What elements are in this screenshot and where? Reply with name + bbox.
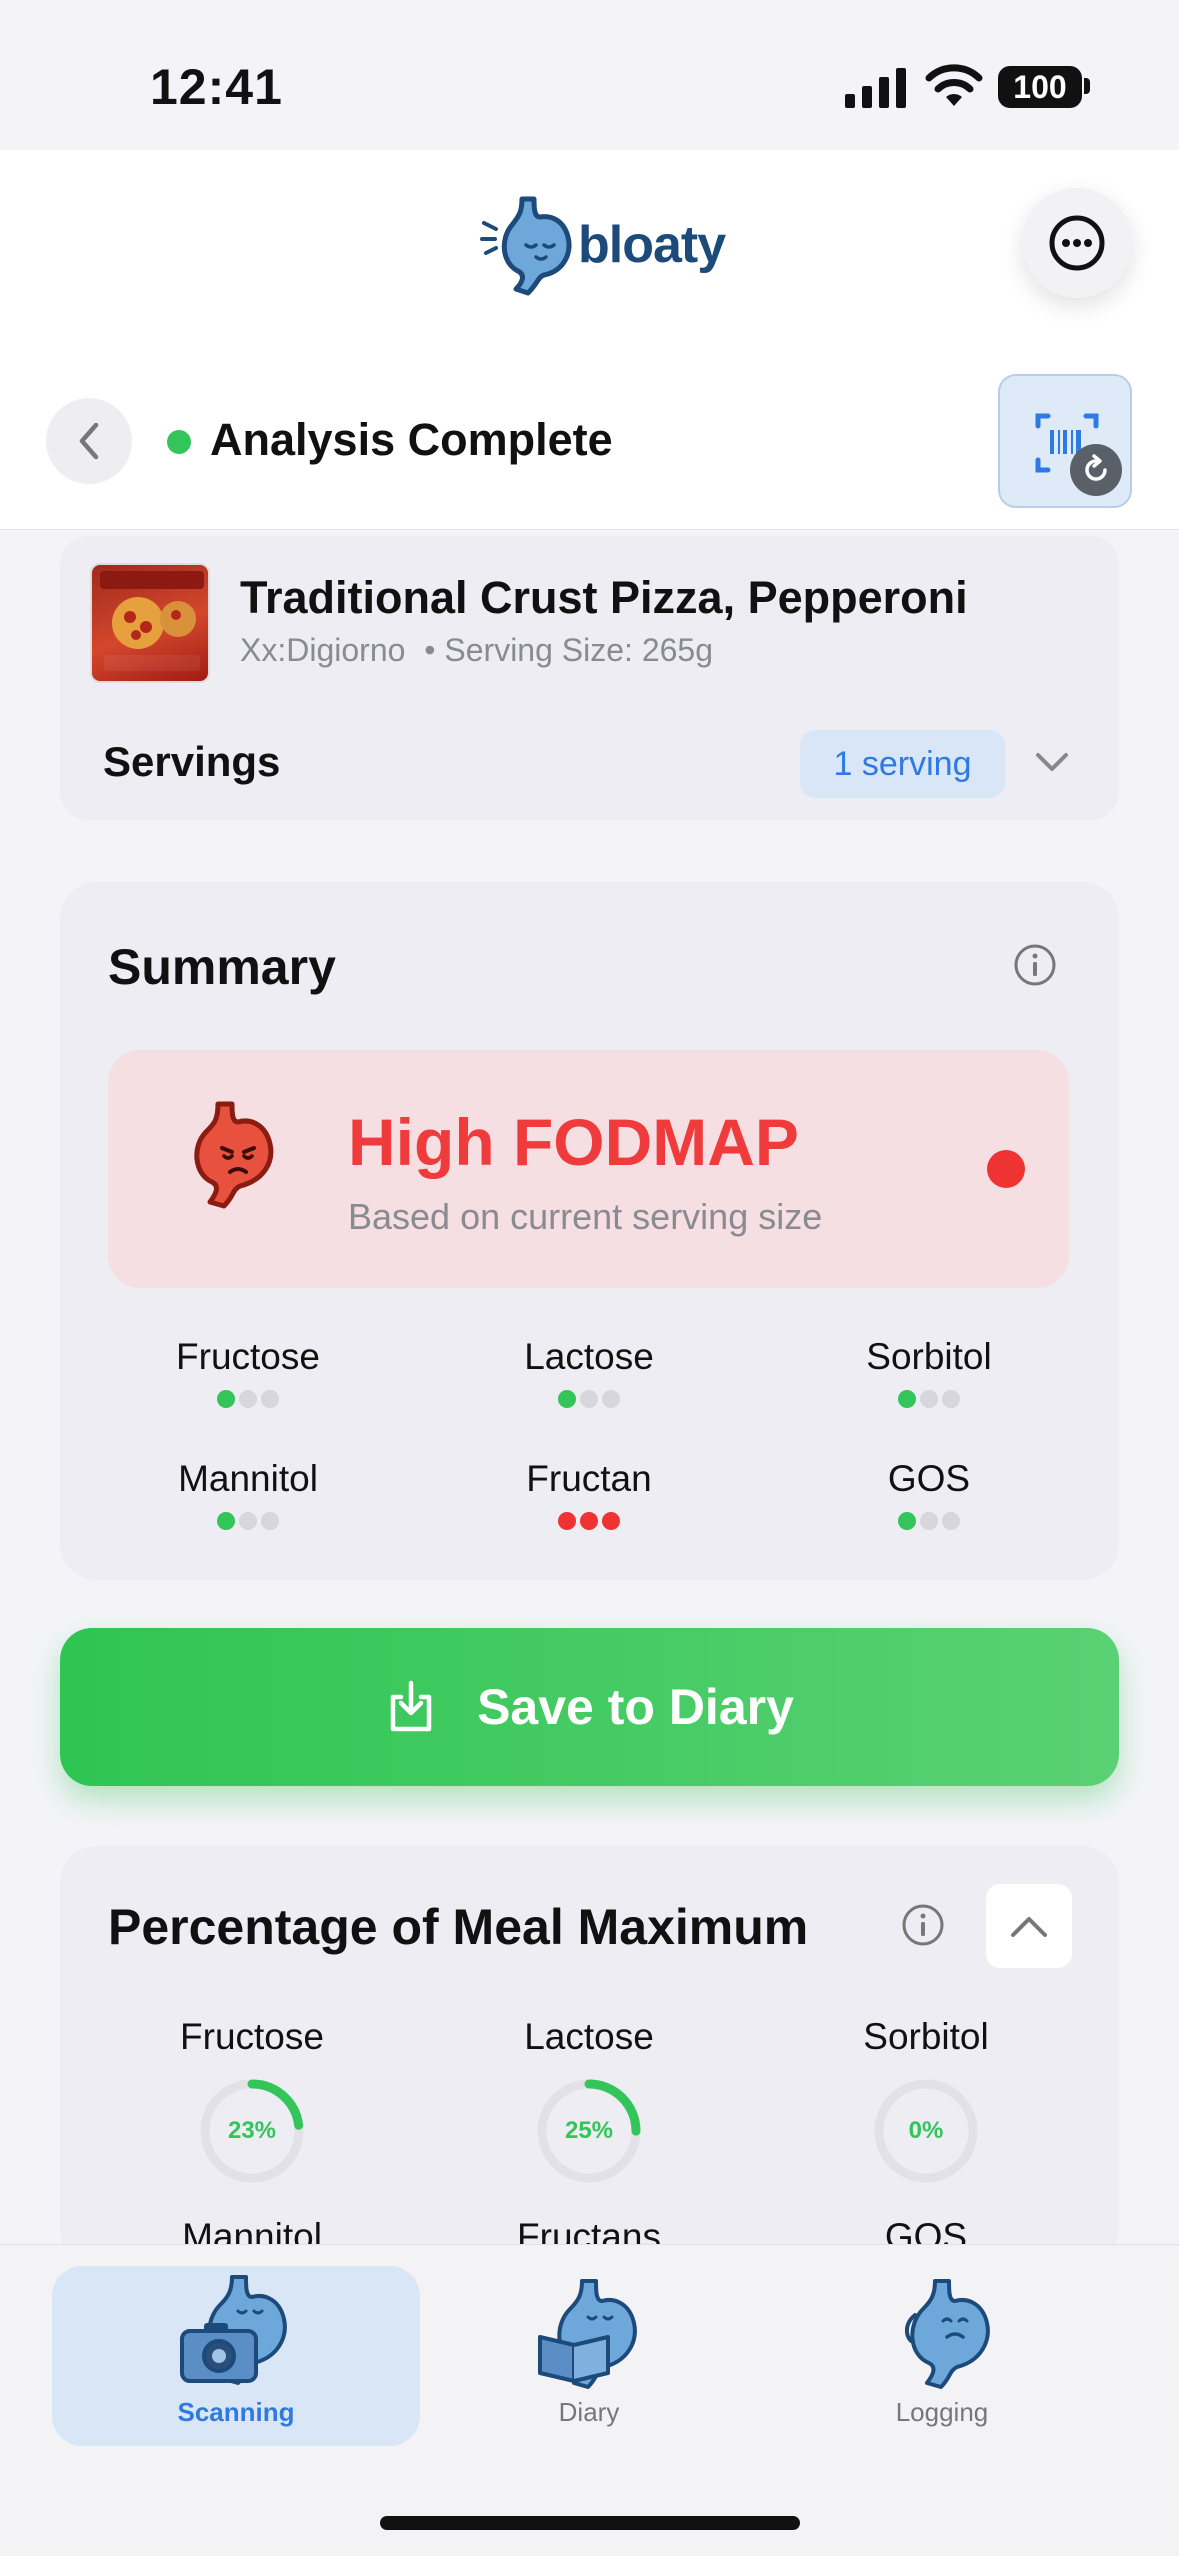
meal-max-sorbitol: Sorbitol 0% (816, 2016, 1036, 2186)
meal-max-fructose: Fructose 23% (142, 2016, 362, 2186)
refresh-badge (1070, 444, 1122, 496)
collapse-button[interactable] (986, 1884, 1072, 1968)
upset-stomach-icon (194, 1101, 274, 1209)
fodmap-level-subtitle: Based on current serving size (348, 1196, 823, 1237)
percent-ring: 0% (871, 2076, 981, 2186)
percent-ring: 25% (534, 2076, 644, 2186)
tab-scanning[interactable]: Scanning (52, 2266, 420, 2446)
analysis-status: Analysis Complete (210, 414, 613, 465)
tab-label: Scanning (177, 2397, 295, 2427)
tab-diary[interactable]: Diary (405, 2266, 773, 2446)
nutrient-level-dots (799, 1390, 1059, 1408)
serving-selector[interactable]: 1 serving (800, 730, 1005, 798)
nutrient-name: Sorbitol (866, 1336, 992, 1377)
meal-max-lactose: Lactose 25% (479, 2016, 699, 2186)
nutrient-lactose: Lactose (459, 1336, 719, 1408)
nutrient-level-dots (799, 1512, 1059, 1530)
percent-ring: 23% (197, 2076, 307, 2186)
stomach-logo-icon (480, 196, 572, 296)
nutrient-level-dots (459, 1512, 719, 1530)
status-indicator-dot (167, 430, 191, 454)
nutrient-level-dots (118, 1512, 378, 1530)
meal-max-name: Lactose (524, 2016, 654, 2057)
nutrient-level-dots (118, 1390, 378, 1408)
battery-level: 100 (1013, 68, 1067, 105)
nutrient-name: Fructose (176, 1336, 320, 1377)
nutrient-mannitol: Mannitol (118, 1458, 378, 1530)
tab-logging[interactable]: Logging (758, 2266, 1126, 2446)
nutrient-fructan: Fructan (459, 1458, 719, 1530)
nutrient-sorbitol: Sorbitol (799, 1336, 1059, 1408)
tab-label: Diary (558, 2397, 620, 2427)
nutrient-name: Fructan (526, 1458, 652, 1499)
battery-icon: 100 (998, 66, 1082, 108)
product-image (90, 563, 210, 683)
app-logo: bloaty (478, 190, 726, 300)
stomach-book-icon (538, 2279, 637, 2389)
servings-label: Servings (103, 738, 281, 785)
meal-max-name: Sorbitol (863, 2016, 989, 2057)
nutrient-name: GOS (887, 1458, 971, 1499)
product-serving-size: • Serving Size: 265g (424, 632, 713, 668)
wifi-icon (925, 64, 983, 106)
fodmap-level-label: High FODMAP (348, 1105, 799, 1179)
app-name: bloaty (578, 216, 726, 274)
ellipsis-circle-icon (1049, 215, 1105, 271)
info-icon[interactable] (1012, 942, 1058, 988)
download-tray-icon (390, 1680, 432, 1732)
percent-label: 0% (908, 2117, 944, 2144)
stomach-camera-icon (180, 2275, 287, 2385)
nutrient-name: Lactose (524, 1336, 654, 1377)
chevron-down-icon[interactable] (1032, 745, 1072, 781)
nutrient-gos: GOS (799, 1458, 1059, 1530)
product-name: Traditional Crust Pizza, Pepperoni (240, 572, 968, 623)
barcode-scan-icon (1035, 413, 1099, 473)
refresh-icon (1085, 454, 1107, 481)
battery-tip (1084, 78, 1090, 94)
nutrient-name: Mannitol (178, 1458, 318, 1499)
fodmap-level-dot (987, 1150, 1025, 1188)
home-indicator (380, 2516, 800, 2530)
product-brand: Xx:Digiorno (240, 632, 406, 668)
back-button[interactable] (46, 398, 132, 484)
percent-label: 25% (564, 2117, 614, 2144)
info-icon[interactable] (900, 1902, 946, 1948)
save-to-diary-button[interactable]: Save to Diary (60, 1628, 1119, 1786)
product-meta: Xx:Digiorno • Serving Size: 265g (240, 632, 713, 669)
stomach-sad-icon (904, 2279, 990, 2389)
nutrient-level-dots (459, 1390, 719, 1408)
summary-title: Summary (108, 939, 336, 995)
nutrient-fructose: Fructose (118, 1336, 378, 1408)
chevron-up-icon (1011, 1917, 1047, 1937)
tab-label: Logging (895, 2397, 989, 2427)
chevron-left-icon (79, 422, 99, 460)
pizza-box-image (100, 571, 204, 671)
status-time: 12:41 (150, 59, 283, 115)
more-options-button[interactable] (1022, 188, 1132, 298)
meal-maximum-title: Percentage of Meal Maximum (108, 1899, 809, 1955)
percent-label: 23% (227, 2117, 277, 2144)
save-to-diary-label: Save to Diary (477, 1679, 794, 1735)
cellular-signal-icon (845, 68, 906, 108)
meal-max-name: Fructose (180, 2016, 324, 2057)
